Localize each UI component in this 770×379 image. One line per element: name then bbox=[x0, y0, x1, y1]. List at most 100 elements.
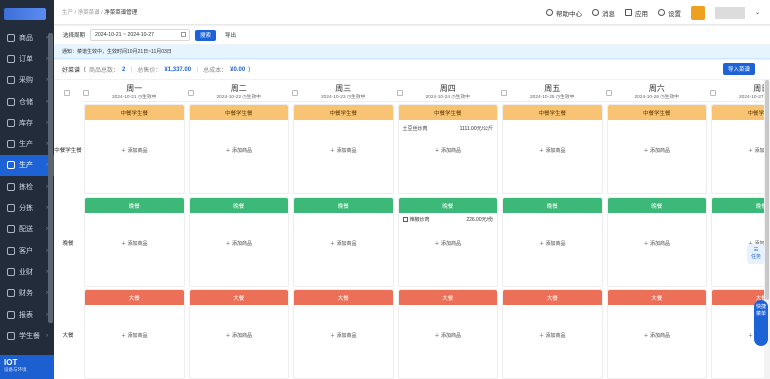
add-dish-button[interactable]: ＋ 添加商品 bbox=[190, 240, 289, 247]
dish-item[interactable]: 土豆丝炒肉 1111.00元/公斤 bbox=[403, 125, 494, 132]
sidebar-item-label: 学生餐 bbox=[19, 332, 40, 340]
sidebar-item[interactable]: 采购 › bbox=[0, 70, 54, 91]
meal-type-bar[interactable]: 中餐学生餐 bbox=[189, 105, 288, 120]
search-button[interactable]: 搜索 bbox=[195, 29, 217, 41]
user-name-redacted[interactable] bbox=[714, 6, 745, 19]
sidebar-item-label: 业财 bbox=[19, 268, 33, 276]
iot-widget[interactable]: IOT 设备与环境 bbox=[0, 355, 54, 379]
add-dish-button[interactable]: ＋ 添加商品 bbox=[608, 147, 707, 154]
day-column-header: 周三 2024-10-23 ◷生效中 bbox=[291, 80, 396, 102]
add-dish-button[interactable]: ＋ 添加商品 bbox=[399, 240, 498, 247]
sidebar-item[interactable]: 库存 › bbox=[0, 112, 54, 133]
chevron-down-icon[interactable]: ⌄ bbox=[755, 9, 760, 16]
meal-type-bar[interactable]: 晚餐 bbox=[294, 198, 393, 213]
add-dish-button[interactable]: ＋ 添加商品 bbox=[399, 147, 498, 154]
sidebar-item[interactable]: 财务 › bbox=[0, 283, 54, 304]
sidebar-item[interactable]: 仓储 › bbox=[0, 91, 54, 112]
sidebar-item[interactable]: 学生餐 › bbox=[0, 325, 54, 346]
meal-type-bar[interactable]: 中餐学生餐 bbox=[712, 105, 770, 120]
student-meal-icon bbox=[7, 331, 15, 340]
sidebar-item[interactable]: 客户 › bbox=[0, 240, 54, 261]
avatar[interactable] bbox=[690, 5, 705, 20]
add-dish-button[interactable]: ＋ 添加商品 bbox=[712, 147, 770, 154]
sidebar-item-label: 库存 bbox=[19, 119, 33, 127]
add-dish-button[interactable]: ＋ 添加商品 bbox=[294, 240, 393, 247]
meal-type-bar[interactable]: 晚餐 bbox=[189, 198, 288, 213]
meal-type-bar[interactable]: 大餐 bbox=[85, 290, 184, 305]
date-status: 2024-10-23 ◷生效中 bbox=[321, 95, 366, 100]
sidebar-item[interactable]: 生产 › bbox=[0, 154, 54, 177]
meal-type-bar[interactable]: 中餐学生餐 bbox=[398, 105, 497, 120]
meal-type-bar[interactable]: 晚餐 bbox=[607, 198, 706, 213]
meal-type-bar[interactable]: 晚餐 bbox=[398, 198, 497, 213]
breadcrumb-item[interactable]: 生产 bbox=[62, 10, 73, 16]
add-dish-button[interactable]: ＋ 添加商品 bbox=[608, 240, 707, 247]
meal-type-bar[interactable]: 中餐学生餐 bbox=[294, 105, 393, 120]
meal-type-bar[interactable]: 晚餐 bbox=[85, 198, 184, 213]
delivery-icon bbox=[7, 225, 15, 234]
money-icon bbox=[7, 289, 15, 298]
sidebar-item[interactable]: 商品 › bbox=[0, 27, 54, 48]
meal-cell: 晚餐 ＋ 添加商品 bbox=[606, 197, 707, 287]
meal-type-bar[interactable]: 中餐学生餐 bbox=[503, 105, 602, 120]
meal-type-bar[interactable]: 大餐 bbox=[398, 290, 497, 305]
add-dish-button[interactable]: ＋ 添加商品 bbox=[190, 147, 289, 154]
apps-button[interactable]: 应用 bbox=[624, 8, 648, 18]
add-dish-button[interactable]: ＋ 添加商品 bbox=[85, 240, 184, 247]
add-dish-button[interactable]: ＋ 添加商品 bbox=[399, 332, 498, 339]
add-dish-button[interactable]: ＋ 添加商品 bbox=[85, 332, 184, 339]
meal-type-bar[interactable]: 大餐 bbox=[607, 290, 706, 305]
help-center-button[interactable]: 帮助中心 bbox=[545, 8, 582, 18]
total-price: ¥1,337.00 bbox=[164, 66, 192, 73]
meal-type-bar[interactable]: 中餐学生餐 bbox=[85, 105, 184, 120]
sidebar-item[interactable]: 订单 › bbox=[0, 48, 54, 69]
export-button[interactable]: 导出 bbox=[221, 30, 240, 41]
add-dish-button[interactable]: ＋ 添加商品 bbox=[608, 332, 707, 339]
import-menu-button[interactable]: 导入菜谱 bbox=[722, 63, 755, 75]
meal-type-bar[interactable]: 中餐学生餐 bbox=[607, 105, 706, 120]
add-dish-button[interactable]: ＋ 添加商品 bbox=[503, 240, 602, 247]
sidebar-item[interactable]: 分拣 › bbox=[0, 197, 54, 218]
add-dish-button[interactable]: ＋ 添加商品 bbox=[503, 332, 602, 339]
meal-type-bar[interactable]: 晚餐 bbox=[503, 198, 602, 213]
meal-type-bar[interactable]: 大餐 bbox=[503, 290, 602, 305]
quick-menu-float-button[interactable]: 快捷菜单 bbox=[754, 300, 768, 346]
add-dish-button[interactable]: ＋ 添加商品 bbox=[294, 332, 393, 339]
dish-count-label: 商品总数： bbox=[89, 68, 120, 74]
add-dish-button[interactable]: ＋ 添加商品 bbox=[294, 147, 393, 154]
sidebar-item-label: 配送 bbox=[19, 226, 33, 234]
sidebar-item[interactable]: 报表 › bbox=[0, 304, 54, 325]
add-dish-button[interactable]: ＋ 添加商品 bbox=[85, 147, 184, 154]
dish-item[interactable]: 辣椒炒肉 226.00元/份 bbox=[402, 216, 493, 223]
breadcrumb-item[interactable]: 净菜菜谱 bbox=[78, 10, 100, 16]
messages-label: 消息 bbox=[601, 10, 615, 18]
meal-cell: 中餐学生餐 ＋ 添加商品 bbox=[293, 104, 394, 194]
sidebar-item[interactable]: 拣检 › bbox=[0, 176, 54, 197]
meal-type-bar[interactable]: 大餐 bbox=[189, 290, 288, 305]
task-float-button[interactable]: ☰ 任务 bbox=[747, 244, 765, 264]
sidebar-item[interactable]: 配送 › bbox=[0, 219, 54, 240]
meal-type-bar[interactable]: 大餐 bbox=[294, 290, 393, 305]
sidebar-scrollbar[interactable] bbox=[48, 33, 53, 323]
dish-checkbox[interactable] bbox=[402, 217, 408, 223]
sidebar-item-label: 订单 bbox=[19, 55, 33, 63]
sidebar: 商品 › 订单 › 采购 › 仓储 › 库存 › 生产 › 生产 › 拣检 › 分拣 › 配送 › 客户 › 业财 › 财务 › 报… bbox=[0, 0, 54, 379]
add-dish-button[interactable]: ＋ 添加商品 bbox=[190, 332, 289, 339]
date-range-picker[interactable]: 2024-10-21 ~ 2024-10-27 bbox=[90, 29, 191, 41]
meal-row-label: 中餐学生餐 bbox=[54, 148, 82, 154]
sidebar-item[interactable]: 生产 › bbox=[0, 133, 54, 154]
sidebar-item-label: 拣检 bbox=[19, 183, 33, 191]
messages-button[interactable]: 消息 bbox=[591, 8, 615, 18]
sidebar-item[interactable]: 业财 › bbox=[0, 261, 54, 282]
select-all-checkbox[interactable] bbox=[64, 90, 70, 96]
order-icon bbox=[7, 54, 15, 63]
sidebar-item-label: 分拣 bbox=[19, 205, 33, 213]
meal-cell: 中餐学生餐土豆丝炒肉 1111.00元/公斤 ＋ 添加商品 bbox=[397, 104, 498, 194]
add-dish-button[interactable]: ＋ 添加商品 bbox=[503, 147, 602, 154]
meal-type-bar[interactable]: 晚餐 bbox=[712, 198, 770, 213]
sidebar-item-label: 仓储 bbox=[19, 98, 33, 106]
sidebar-item-label: 客户 bbox=[19, 247, 33, 255]
settings-button[interactable]: 设置 bbox=[657, 8, 681, 18]
meal-cell: 大餐 ＋ 添加商品 bbox=[293, 289, 394, 379]
meal-cell: 大餐 ＋ 添加商品 bbox=[502, 289, 603, 379]
